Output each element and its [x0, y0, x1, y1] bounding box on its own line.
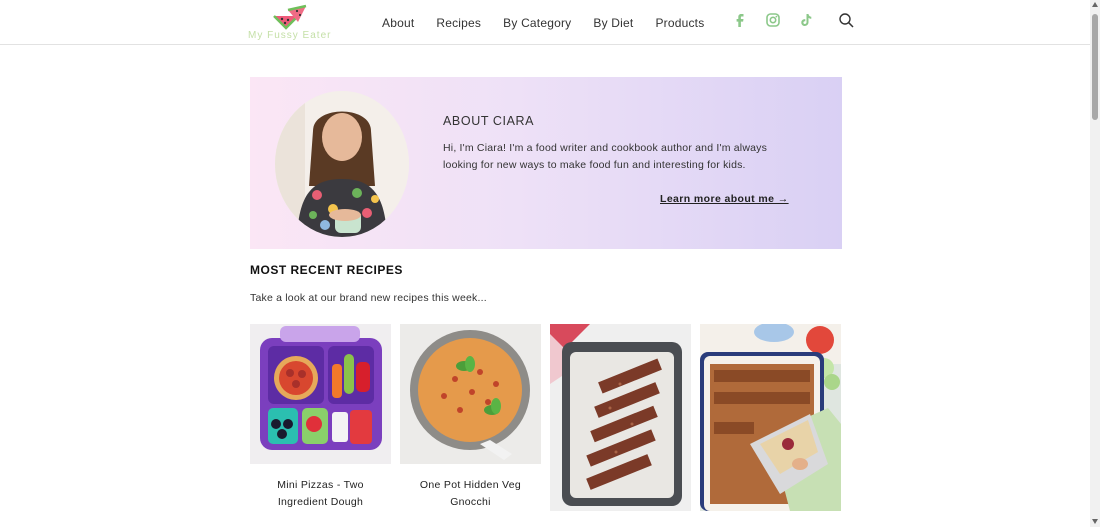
recipe-title[interactable]: One Pot Hidden Veg Gnocchi — [400, 477, 541, 511]
nav-item-by-category[interactable]: By Category — [503, 16, 571, 30]
scrollbar-thumb[interactable] — [1092, 14, 1098, 120]
recipe-image-meatloaf-wrap[interactable] — [700, 324, 841, 511]
nav-item-about[interactable]: About — [382, 16, 414, 30]
social-links — [731, 11, 830, 29]
tiktok-icon[interactable] — [797, 11, 815, 29]
recipe-card-chocolate-bars[interactable] — [550, 324, 691, 524]
page-scrollbar[interactable] — [1090, 0, 1100, 527]
site-logo[interactable]: My Fussy Eater — [248, 2, 338, 42]
recipe-card-meatloaf-wrap[interactable] — [700, 324, 841, 524]
recipe-image-gnocchi[interactable] — [400, 324, 541, 464]
nav-item-recipes[interactable]: Recipes — [436, 16, 481, 30]
about-ciara-card: ABOUT CIARA Hi, I'm Ciara! I'm a food wr… — [250, 77, 842, 249]
nav-item-products[interactable]: Products — [655, 16, 704, 30]
learn-more-link[interactable]: Learn more about me → — [660, 193, 789, 205]
site-header: My Fussy Eater About Recipes By Category… — [0, 0, 1090, 45]
scroll-down-arrow-icon[interactable] — [1092, 519, 1098, 524]
watermelon-logo-icon — [273, 4, 307, 30]
recipe-image-mini-pizzas[interactable] — [250, 324, 391, 464]
nav-item-by-diet[interactable]: By Diet — [593, 16, 633, 30]
recent-recipes-heading: MOST RECENT RECIPES — [250, 263, 403, 277]
recipe-card-mini-pizzas[interactable]: Mini Pizzas - Two Ingredient Dough — [250, 324, 391, 511]
about-title: ABOUT CIARA — [443, 114, 535, 128]
recipe-image-chocolate-bars[interactable] — [550, 324, 691, 511]
main-nav: About Recipes By Category By Diet Produc… — [382, 16, 726, 30]
search-icon[interactable] — [838, 12, 855, 29]
about-description: Hi, I'm Ciara! I'm a food writer and coo… — [443, 142, 768, 171]
recent-recipes-subtitle: Take a look at our brand new recipes thi… — [250, 292, 487, 304]
scroll-up-arrow-icon[interactable] — [1092, 2, 1098, 7]
facebook-icon[interactable] — [731, 11, 749, 29]
logo-text: My Fussy Eater — [248, 30, 332, 41]
recipe-title[interactable]: Mini Pizzas - Two Ingredient Dough — [250, 477, 391, 511]
recipe-card-gnocchi[interactable]: One Pot Hidden Veg Gnocchi — [400, 324, 541, 511]
author-avatar — [275, 91, 409, 237]
instagram-icon[interactable] — [764, 11, 782, 29]
